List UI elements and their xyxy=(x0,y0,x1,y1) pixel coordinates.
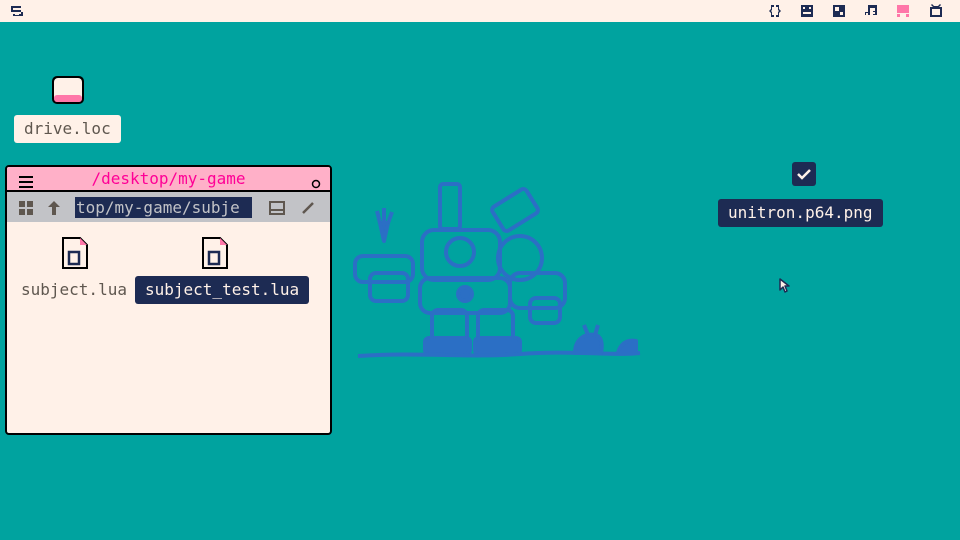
fullscreen-icon[interactable] xyxy=(928,3,944,19)
lua-file-icon[interactable] xyxy=(202,237,228,273)
file-label-subject[interactable]: subject.lua xyxy=(11,276,137,304)
image-checkbox-icon[interactable] xyxy=(792,162,816,190)
parent-folder-icon[interactable] xyxy=(47,200,61,219)
drive-label[interactable]: drive.loc xyxy=(14,115,121,143)
file-browser-window[interactable]: /desktop/my-game top/my-game/subje subje… xyxy=(5,165,332,435)
code-editor-icon[interactable] xyxy=(767,3,783,19)
sfx-editor-icon[interactable] xyxy=(863,3,879,19)
path-input[interactable]: top/my-game/subje xyxy=(75,197,252,218)
rename-pencil-icon[interactable] xyxy=(301,200,315,219)
mouse-cursor-icon xyxy=(779,278,790,297)
top-bar xyxy=(0,0,960,22)
map-editor-icon[interactable] xyxy=(831,3,847,19)
window-toolbar: top/my-game/subje xyxy=(7,192,330,222)
view-mode-icon[interactable] xyxy=(269,200,285,219)
window-title: /desktop/my-game xyxy=(91,169,246,188)
robot-and-bunnies-wallpaper xyxy=(353,182,641,358)
window-title-bar[interactable]: /desktop/my-game xyxy=(7,167,330,192)
workspace-active-icon[interactable] xyxy=(895,3,911,19)
drive-icon[interactable] xyxy=(52,76,84,108)
lua-file-icon[interactable] xyxy=(62,237,88,273)
close-window-icon[interactable] xyxy=(311,174,321,193)
file-label-subject-test[interactable]: subject_test.lua xyxy=(135,276,310,304)
picotron-logo-icon[interactable] xyxy=(9,3,25,19)
sprite-editor-icon[interactable] xyxy=(799,3,815,19)
image-file-label[interactable]: unitron.p64.png xyxy=(718,199,883,227)
grid-view-icon[interactable] xyxy=(19,200,33,219)
